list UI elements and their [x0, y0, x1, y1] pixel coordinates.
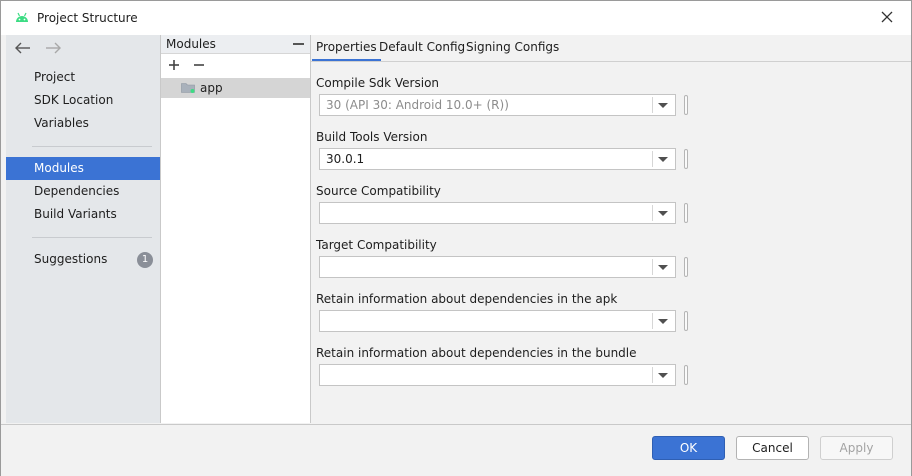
android-icon [16, 12, 28, 22]
source-compatibility-label: Source Compatibility [316, 184, 441, 198]
add-module-icon[interactable] [166, 57, 182, 73]
hide-panel-icon[interactable] [293, 43, 304, 45]
variable-selector-button[interactable] [684, 257, 688, 277]
variable-selector-button[interactable] [684, 203, 688, 223]
module-folder-icon [181, 83, 195, 93]
sidebar-item-label: SDK Location [34, 93, 114, 107]
combo-divider [652, 313, 653, 329]
module-item-app[interactable]: app [161, 78, 310, 98]
retain-deps-apk-label: Retain information about dependencies in… [316, 292, 618, 306]
combo-divider [652, 97, 653, 113]
target-compatibility-combo[interactable] [319, 256, 676, 278]
compile-sdk-version-label: Compile Sdk Version [316, 76, 440, 90]
chevron-down-icon [658, 265, 668, 270]
sidebar-item-label: Build Variants [34, 207, 117, 221]
module-item-label: app [200, 81, 223, 95]
target-compatibility-label: Target Compatibility [316, 238, 437, 252]
remove-module-icon[interactable] [191, 57, 207, 73]
combo-value-hint: (API 30: Android 10.0+ (R)) [341, 98, 509, 112]
sidebar-item-modules[interactable]: Modules [6, 157, 160, 180]
chevron-down-icon [658, 103, 668, 108]
modules-header-label: Modules [166, 37, 216, 51]
modules-header: Modules [161, 35, 310, 54]
module-properties-panel: Properties Default Config Signing Config… [311, 35, 911, 423]
build-tools-version-combo[interactable]: 30.0.1 [319, 148, 676, 170]
close-icon[interactable] [879, 9, 895, 25]
variable-selector-button[interactable] [684, 95, 688, 115]
compile-sdk-version-combo[interactable]: 30 (API 30: Android 10.0+ (R)) [319, 94, 676, 116]
modules-toolbar [161, 54, 310, 76]
window-title: Project Structure [37, 11, 138, 25]
nav-arrows [14, 40, 70, 56]
build-tools-version-label: Build Tools Version [316, 130, 428, 144]
sidebar-item-build-variants[interactable]: Build Variants [6, 203, 160, 226]
tab-signing-configs[interactable]: Signing Configs [462, 35, 563, 61]
combo-value: 30 (API 30: Android 10.0+ (R)) [326, 98, 509, 112]
combo-divider [652, 205, 653, 221]
forward-arrow-icon[interactable] [44, 40, 62, 56]
variable-selector-button[interactable] [684, 365, 688, 385]
sidebar-item-sdk-location[interactable]: SDK Location [6, 89, 160, 112]
sidebar-item-label: Variables [34, 116, 89, 130]
sidebar-item-label: Dependencies [34, 184, 120, 198]
back-arrow-icon[interactable] [14, 40, 32, 56]
retain-deps-bundle-label: Retain information about dependencies in… [316, 346, 637, 360]
sidebar-item-label: Project [34, 70, 76, 84]
project-structure-dialog: Project Structure Project SDK Location V… [0, 0, 912, 476]
retain-deps-bundle-combo[interactable] [319, 364, 676, 386]
sidebar-item-dependencies[interactable]: Dependencies [6, 180, 160, 203]
sidebar-item-suggestions[interactable]: Suggestions 1 [6, 248, 160, 271]
sidebar-divider [32, 146, 152, 147]
sidebar-item-project[interactable]: Project [6, 66, 160, 89]
combo-divider [652, 151, 653, 167]
retain-deps-apk-combo[interactable] [319, 310, 676, 332]
sidebar-divider [32, 237, 152, 238]
modules-panel: Modules app [161, 35, 311, 423]
tab-default-config[interactable]: Default Config [375, 35, 469, 61]
sidebar: Project SDK Location Variables Modules D… [6, 35, 161, 423]
combo-divider [652, 367, 653, 383]
combo-value-text: 30 [326, 98, 342, 112]
variable-selector-button[interactable] [684, 149, 688, 169]
variable-selector-button[interactable] [684, 311, 688, 331]
sidebar-item-label: Suggestions [34, 252, 108, 266]
ok-button[interactable]: OK [652, 436, 725, 460]
sidebar-item-label: Modules [34, 161, 84, 175]
chevron-down-icon [658, 319, 668, 324]
tab-properties[interactable]: Properties [312, 35, 381, 61]
dialog-footer: OK Cancel Apply [1, 424, 911, 476]
apply-button[interactable]: Apply [820, 436, 893, 460]
chevron-down-icon [658, 157, 668, 162]
title-bar: Project Structure [1, 1, 911, 35]
suggestions-count-badge: 1 [137, 252, 153, 268]
source-compatibility-combo[interactable] [319, 202, 676, 224]
combo-value: 30.0.1 [326, 152, 365, 166]
chevron-down-icon [658, 211, 668, 216]
combo-divider [652, 259, 653, 275]
properties-tabs: Properties Default Config Signing Config… [311, 35, 911, 62]
cancel-button[interactable]: Cancel [736, 436, 809, 460]
sidebar-item-variables[interactable]: Variables [6, 112, 160, 135]
chevron-down-icon [658, 373, 668, 378]
